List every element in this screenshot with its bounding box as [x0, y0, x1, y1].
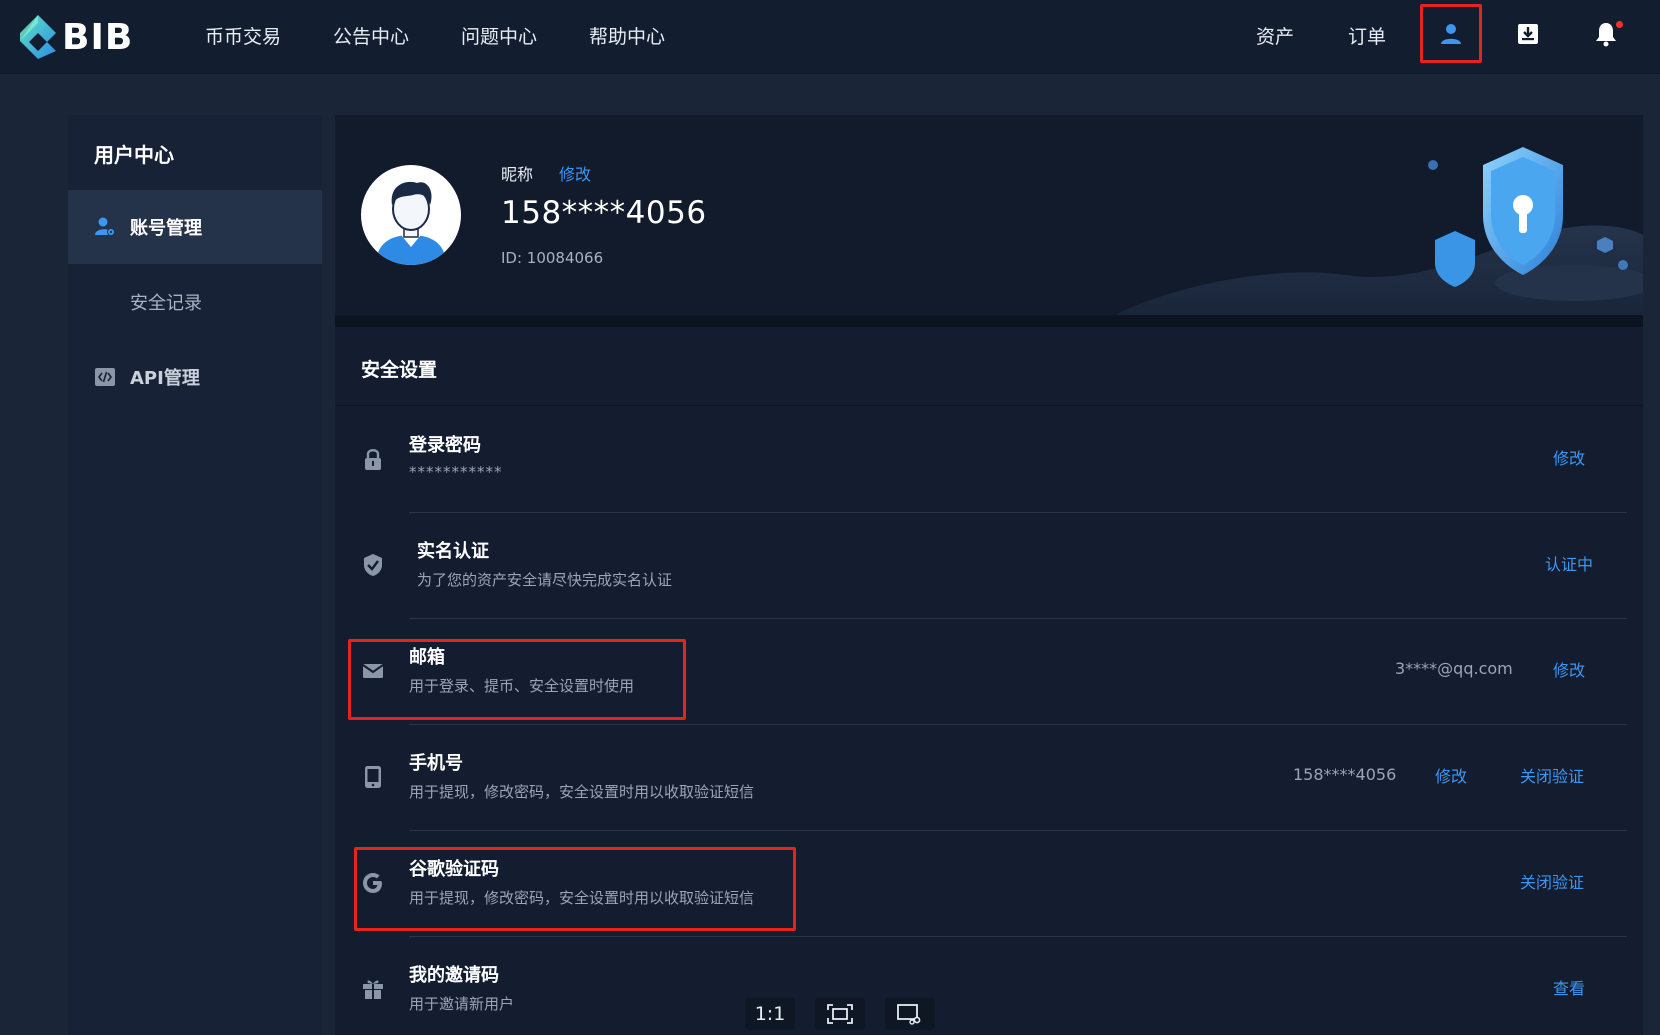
sidebar-item-security-log[interactable]: 安全记录 — [68, 265, 322, 339]
shield-check-icon — [361, 553, 385, 577]
nav-faq[interactable]: 问题中心 — [461, 22, 537, 52]
profile-card: 昵称 修改 158****4056 ID: 10084066 — [335, 115, 1643, 315]
download-icon — [1518, 23, 1538, 44]
nickname-label: 昵称 — [501, 165, 534, 184]
row-title: 实名认证 — [417, 541, 489, 562]
kyc-status-link[interactable]: 认证中 — [1545, 551, 1593, 575]
security-settings-panel: 安全设置 登录密码 *********** 修改 实名认证 为了您的资产安全请尽… — [335, 327, 1643, 1035]
nav-assets[interactable]: 资产 — [1256, 22, 1294, 52]
view-invite-code-link[interactable]: 查看 — [1553, 975, 1585, 999]
bell-icon — [1596, 22, 1616, 46]
sidebar-item-label: 账号管理 — [130, 218, 202, 239]
nickname-edit-link[interactable]: 修改 — [559, 161, 591, 185]
fit-screen-icon — [827, 1004, 853, 1024]
divider — [335, 405, 1643, 406]
row-title: 邮箱 — [409, 647, 445, 668]
sidebar-item-account[interactable]: 账号管理 — [68, 190, 322, 264]
nav-spot-trading[interactable]: 币币交易 — [205, 22, 281, 52]
google-icon — [361, 871, 385, 895]
security-row-email: 邮箱 用于登录、提币、安全设置时使用 3****@qq.com 修改 — [335, 619, 1643, 725]
user-center-button[interactable] — [1420, 4, 1482, 63]
lock-icon — [361, 447, 385, 471]
sidebar: 用户中心 账号管理 安全记录 API管理 — [68, 115, 322, 1035]
screenshot-edit-button[interactable] — [885, 998, 935, 1030]
actual-size-button[interactable]: 1:1 — [745, 998, 795, 1030]
download-app-button[interactable] — [1497, 4, 1559, 63]
avatar — [361, 165, 461, 265]
crop-edit-icon — [897, 1004, 921, 1025]
notification-dot — [1616, 21, 1623, 28]
edit-phone-link[interactable]: 修改 — [1435, 763, 1467, 787]
notifications-button[interactable] — [1575, 4, 1637, 63]
row-title: 我的邀请码 — [409, 965, 499, 986]
user-gear-icon — [94, 216, 116, 238]
security-section-title: 安全设置 — [361, 359, 438, 381]
row-subtitle: 用于提现，修改密码，安全设置时用以收取验证短信 — [409, 783, 755, 801]
security-row-invite-code: 我的邀请码 用于邀请新用户 查看 — [335, 937, 1643, 1035]
row-title: 手机号 — [409, 753, 463, 774]
email-value: 3****@qq.com — [1395, 659, 1513, 678]
security-row-google-auth: 谷歌验证码 用于提现，修改密码，安全设置时用以收取验证短信 关闭验证 — [335, 831, 1643, 937]
security-shield-illustration — [1115, 147, 1643, 315]
row-subtitle: 用于邀请新用户 — [409, 995, 515, 1013]
row-subtitle: 为了您的资产安全请尽快完成实名认证 — [417, 571, 673, 589]
row-title: 谷歌验证码 — [409, 859, 499, 880]
mail-icon — [361, 659, 385, 683]
section-separator — [335, 315, 1643, 327]
edit-email-link[interactable]: 修改 — [1553, 657, 1585, 681]
nav-orders[interactable]: 订单 — [1348, 22, 1386, 52]
user-icon — [1441, 23, 1461, 44]
security-row-kyc: 实名认证 为了您的资产安全请尽快完成实名认证 认证中 — [335, 513, 1643, 619]
fit-screen-button[interactable] — [815, 998, 865, 1030]
sidebar-item-api[interactable]: API管理 — [68, 340, 322, 414]
nav-announcements[interactable]: 公告中心 — [333, 22, 409, 52]
brand-logo[interactable]: BIB — [16, 13, 136, 61]
sidebar-title: 用户中心 — [94, 143, 174, 167]
phone-icon — [361, 765, 385, 789]
row-title: 登录密码 — [409, 435, 481, 456]
gift-icon — [361, 977, 385, 1001]
user-id: ID: 10084066 — [501, 249, 604, 267]
phone-value: 158****4056 — [1293, 765, 1397, 784]
sidebar-item-label: 安全记录 — [130, 293, 202, 314]
code-icon — [94, 366, 116, 388]
row-subtitle: *********** — [409, 463, 503, 481]
row-subtitle: 用于提现，修改密码，安全设置时用以收取验证短信 — [409, 889, 755, 907]
top-navbar: BIB 币币交易 公告中心 问题中心 帮助中心 资产 订单 — [0, 0, 1660, 74]
account-phone: 158****4056 — [501, 195, 707, 231]
logo-mark-icon — [20, 15, 56, 59]
edit-password-link[interactable]: 修改 — [1553, 445, 1585, 469]
actual-size-label: 1:1 — [754, 1003, 786, 1025]
nav-help-center[interactable]: 帮助中心 — [589, 22, 665, 52]
disable-sms-verification-link[interactable]: 关闭验证 — [1520, 763, 1584, 787]
sidebar-item-label: API管理 — [130, 368, 200, 389]
security-row-phone: 手机号 用于提现，修改密码，安全设置时用以收取验证短信 158****4056 … — [335, 725, 1643, 831]
disable-google-auth-link[interactable]: 关闭验证 — [1520, 869, 1584, 893]
row-subtitle: 用于登录、提币、安全设置时使用 — [409, 677, 635, 695]
brand-name: BIB — [62, 16, 134, 58]
security-row-login-password: 登录密码 *********** 修改 — [335, 407, 1643, 513]
